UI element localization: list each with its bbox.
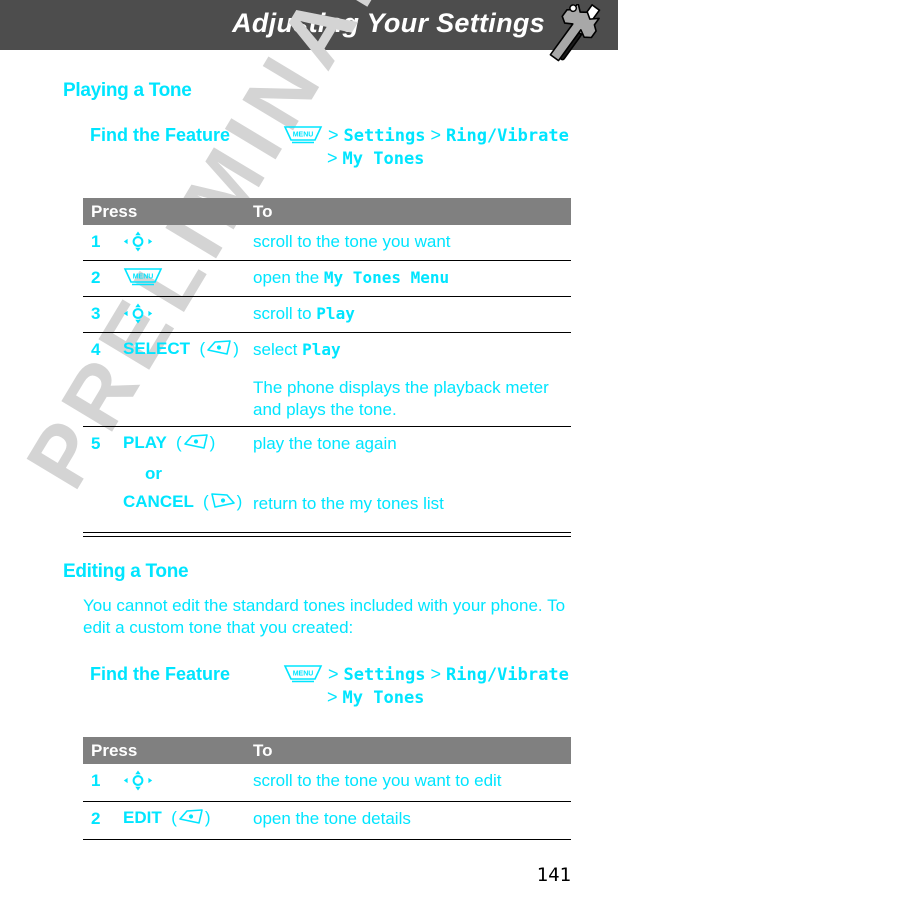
- menu-key-icon[interactable]: MENU: [283, 664, 323, 684]
- find-the-feature-path-2-line2: > My Tones: [327, 686, 424, 710]
- table-header-row: Press To: [83, 198, 571, 225]
- column-header-press: Press: [91, 741, 138, 760]
- nav-key-icon[interactable]: [123, 770, 153, 791]
- path-item-my-tones: My Tones: [342, 149, 425, 169]
- step-key[interactable]: SELECT ( ): [123, 339, 239, 359]
- path-item-settings: Settings: [343, 126, 426, 146]
- table-header-row: Press To: [83, 737, 571, 764]
- find-the-feature-path-1-line2: > My Tones: [327, 147, 424, 171]
- table-bottom-rule: [83, 532, 571, 537]
- find-the-feature-label-1: Find the Feature: [90, 125, 231, 145]
- menu-key-label: MENU: [133, 274, 154, 281]
- step-text: play the tone again: [253, 434, 397, 453]
- table-row: 2 MENU open the My Tones Menu: [83, 261, 571, 297]
- step-or-label: or: [145, 464, 162, 483]
- step-key-alt[interactable]: CANCEL ( ): [123, 492, 242, 512]
- step-text: scroll to the tone you want to edit: [253, 771, 502, 790]
- editing-a-tone-paragraph: You cannot edit the standard tones inclu…: [83, 596, 566, 637]
- step-description: scroll to the tone you want: [253, 231, 563, 253]
- step-text: scroll to the tone you want: [253, 232, 451, 251]
- find-the-feature-label-2: Find the Feature: [90, 664, 231, 684]
- procedure-table-2: Press To 1 scroll to the tone you want t…: [83, 737, 571, 840]
- step-description: open the tone details: [253, 808, 563, 830]
- menu-key-icon[interactable]: MENU: [283, 125, 323, 145]
- table-row: 1 scroll to the tone you want to edit: [83, 764, 571, 802]
- path-item-ring-vibrate: Ring/Vibrate: [445, 665, 569, 685]
- step-text: select: [253, 340, 303, 359]
- table-bottom-rule: [83, 839, 571, 840]
- step-key[interactable]: EDIT ( ): [123, 808, 211, 828]
- step-text: open the tone details: [253, 809, 411, 828]
- path-sep: >: [327, 148, 338, 168]
- right-softkey-icon[interactable]: [209, 492, 237, 510]
- step-number: 3: [91, 304, 101, 323]
- table-row: 5 PLAY ( ) play the tone again or CANCEL…: [83, 427, 571, 532]
- path-item-settings: Settings: [343, 665, 426, 685]
- table-row: 1 scroll to the tone you want: [83, 225, 571, 261]
- path-sep: >: [327, 687, 338, 707]
- step-key[interactable]: [123, 770, 153, 792]
- page-number: 141: [536, 864, 571, 886]
- step-number: 2: [91, 809, 101, 828]
- column-header-press: Press: [91, 202, 138, 221]
- step-description: play the tone again: [253, 433, 563, 455]
- step-number: 1: [91, 771, 101, 790]
- section-title-playing-a-tone: Playing a Tone: [63, 80, 192, 101]
- menu-key-label: MENU: [293, 671, 314, 678]
- step-key[interactable]: [123, 231, 153, 253]
- path-sep: >: [430, 664, 441, 684]
- menu-key-icon[interactable]: MENU: [123, 267, 163, 287]
- step-text: scroll to: [253, 304, 317, 323]
- step-text-mono: Play: [302, 340, 341, 359]
- step-description-alt: return to the my tones list: [253, 494, 444, 513]
- left-softkey-icon[interactable]: [205, 339, 233, 357]
- path-sep: >: [430, 125, 441, 145]
- softkey-label-alt: CANCEL: [123, 492, 194, 511]
- step-text-mono: My Tones Menu: [323, 268, 450, 287]
- step-key[interactable]: MENU: [123, 267, 163, 288]
- column-header-to: To: [253, 741, 273, 760]
- nav-key-icon[interactable]: [123, 231, 153, 252]
- table-row: 3 scroll to Play: [83, 297, 571, 333]
- column-header-to: To: [253, 202, 273, 221]
- step-number: 2: [91, 268, 101, 287]
- find-the-feature-path-1: MENU > Settings > Ring/Vibrate: [283, 124, 569, 148]
- path-sep: >: [328, 664, 339, 684]
- step-number: 4: [91, 340, 101, 359]
- path-sep: >: [328, 125, 339, 145]
- step-description: select Play: [253, 339, 563, 361]
- softkey-label: EDIT: [123, 808, 162, 827]
- path-item-my-tones: My Tones: [342, 688, 425, 708]
- find-the-feature-path-2: MENU > Settings > Ring/Vibrate: [283, 663, 569, 687]
- procedure-table-1: Press To 1 scroll to the tone you want 2…: [83, 198, 571, 537]
- section-title-editing-a-tone: Editing a Tone: [63, 561, 189, 582]
- step-key[interactable]: [123, 303, 153, 325]
- step-description: scroll to the tone you want to edit: [253, 770, 613, 792]
- table-row: 2 EDIT ( ) open the tone details: [83, 802, 571, 839]
- step-text-mono: Play: [316, 304, 355, 323]
- softkey-label: PLAY: [123, 433, 167, 452]
- table-row: 4 SELECT ( ) select Play The phone displ…: [83, 333, 571, 427]
- path-item-ring-vibrate: Ring/Vibrate: [445, 126, 569, 146]
- left-softkey-icon[interactable]: [182, 433, 210, 451]
- nav-key-icon[interactable]: [123, 303, 153, 324]
- left-softkey-icon[interactable]: [177, 808, 205, 826]
- menu-key-label: MENU: [293, 132, 314, 139]
- step-note: The phone displays the playback meter an…: [253, 378, 549, 419]
- step-description: open the My Tones Menu: [253, 267, 563, 289]
- step-number: 1: [91, 232, 101, 251]
- step-description: scroll to Play: [253, 303, 563, 325]
- step-number: 5: [91, 434, 101, 453]
- softkey-label: SELECT: [123, 339, 191, 358]
- step-text: open the: [253, 268, 324, 287]
- step-key[interactable]: PLAY ( ): [123, 433, 215, 453]
